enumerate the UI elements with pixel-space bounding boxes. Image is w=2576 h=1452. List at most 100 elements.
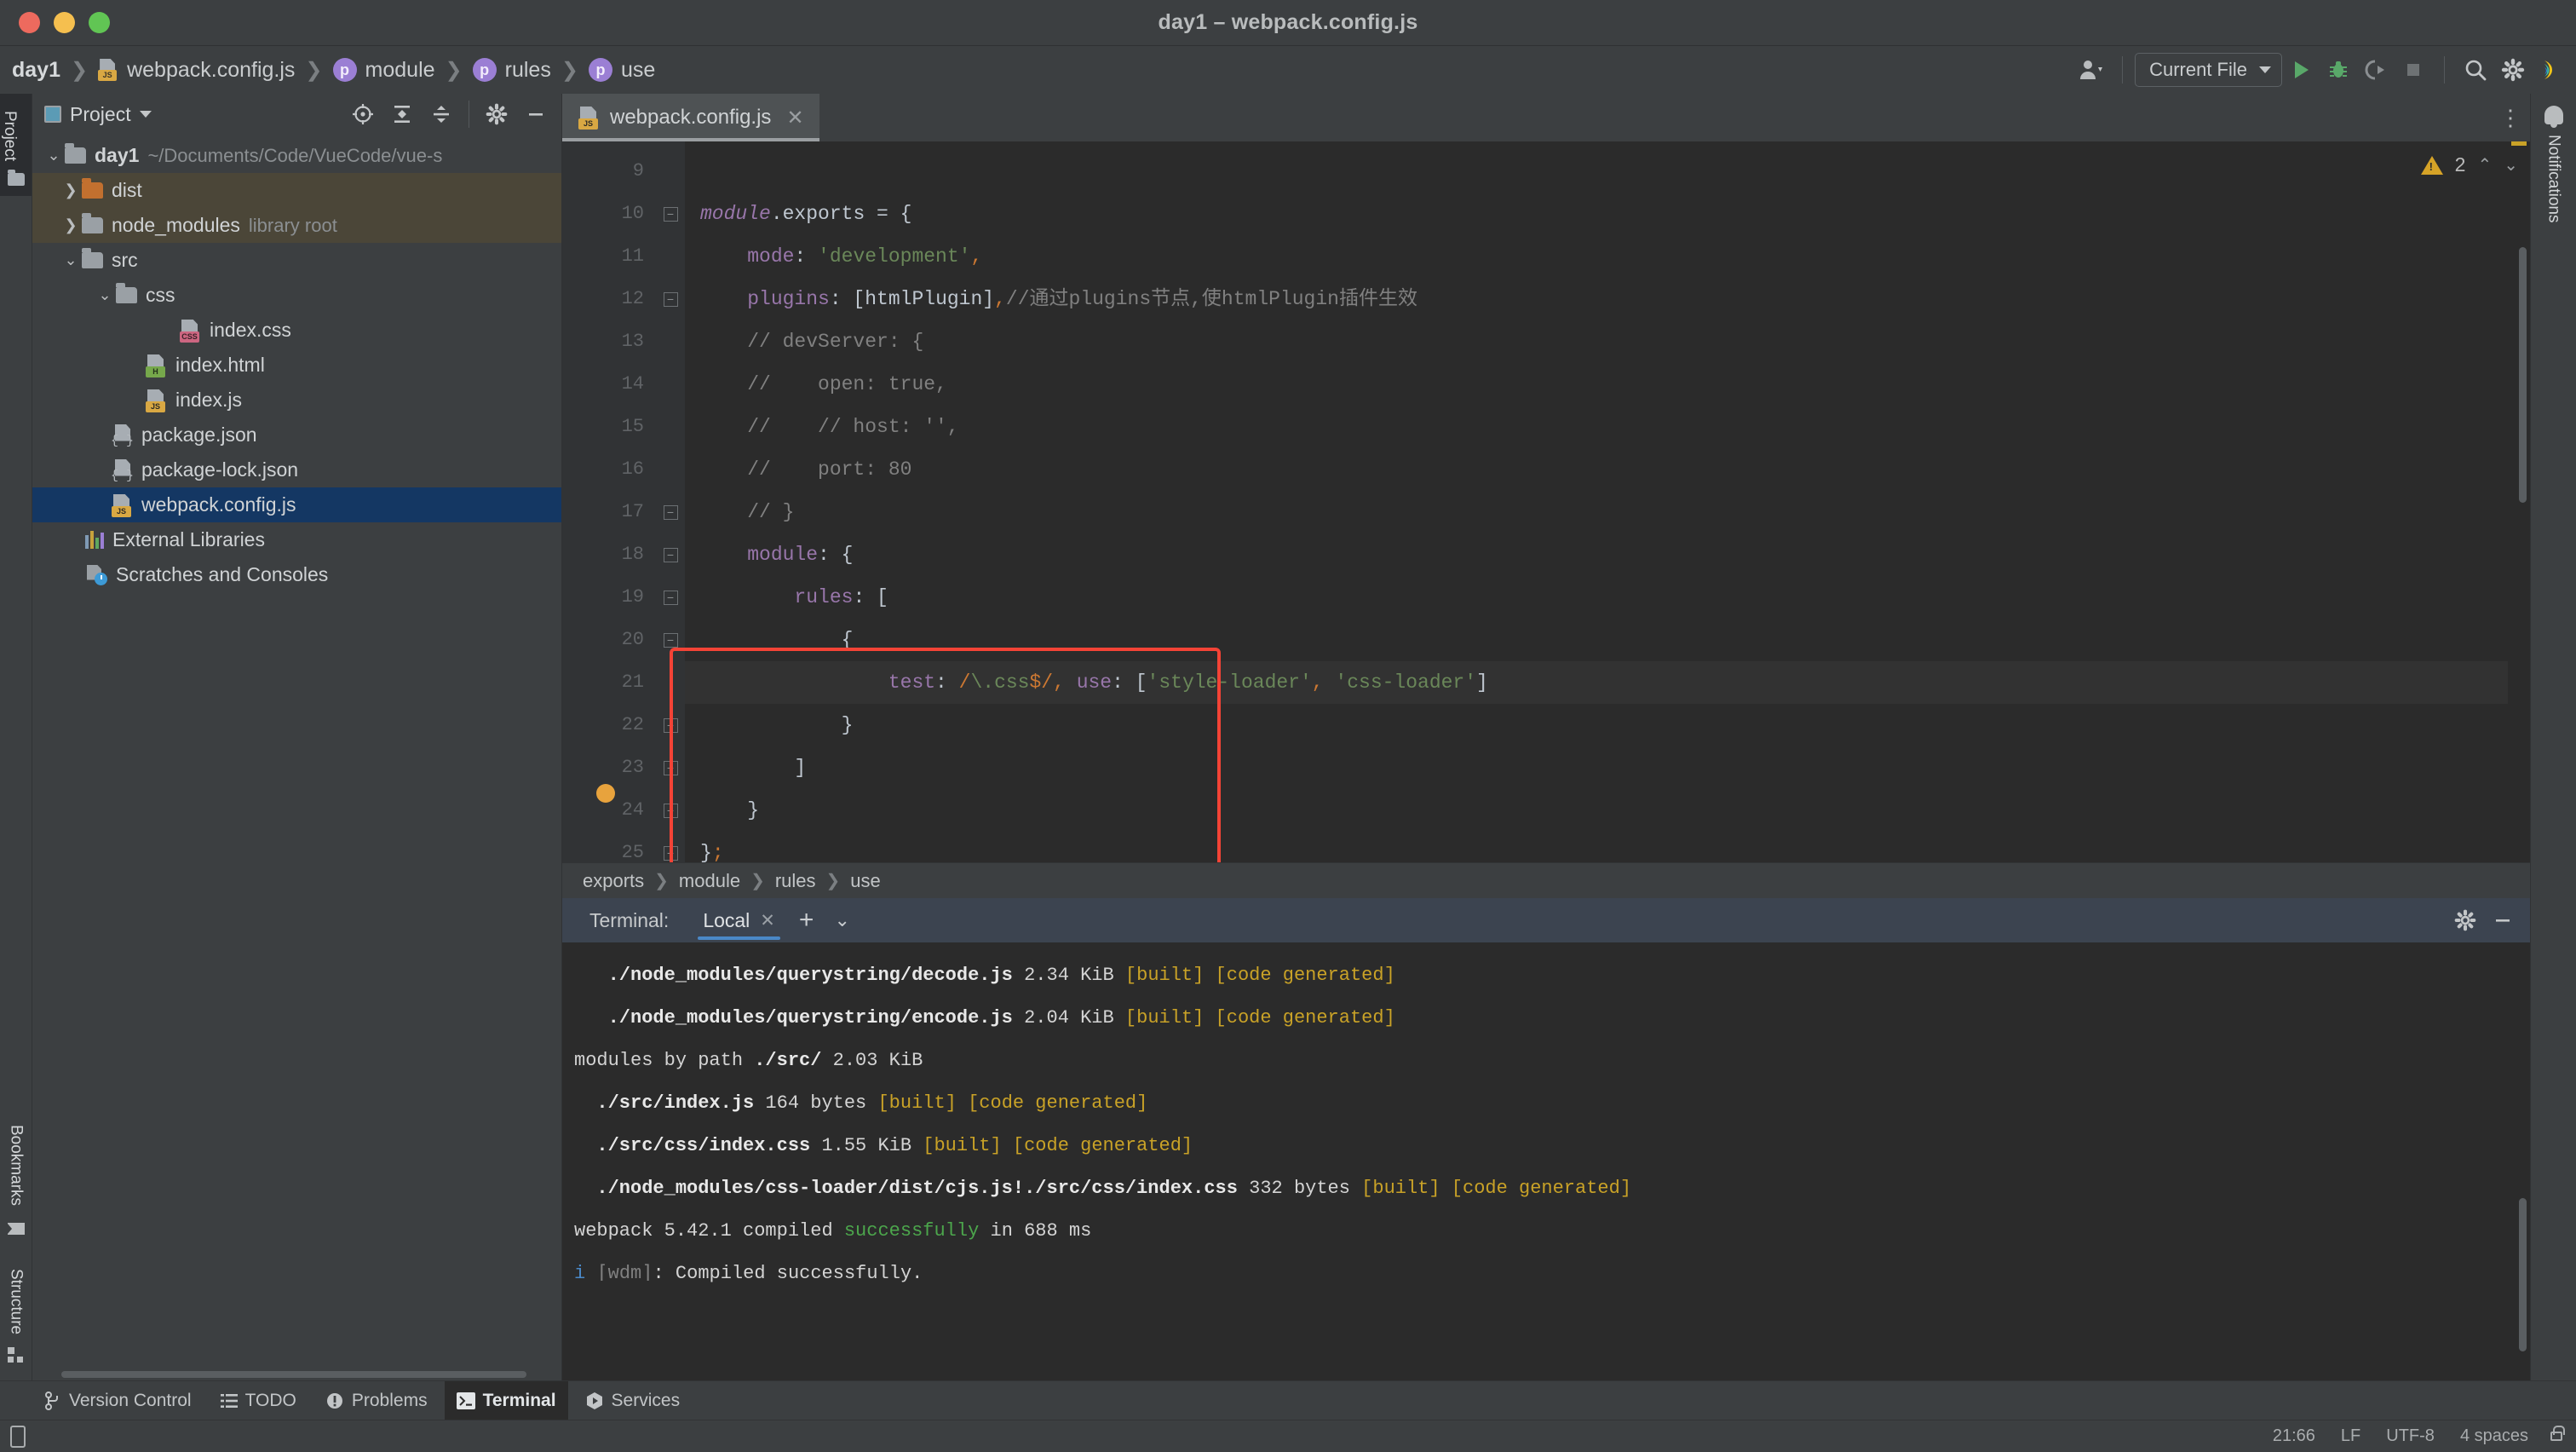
settings-icon[interactable] bbox=[2494, 51, 2532, 89]
project-panel-hscrollbar[interactable] bbox=[32, 1368, 561, 1380]
tree-row-webpack-config-js[interactable]: JS webpack.config.js bbox=[32, 487, 561, 522]
run-with-coverage-icon[interactable] bbox=[2357, 51, 2395, 89]
editor-options-icon[interactable]: ⋮ bbox=[2491, 94, 2530, 141]
editor-breadcrumb-exports[interactable]: exports bbox=[583, 870, 644, 892]
list-icon bbox=[221, 1392, 238, 1409]
divider bbox=[2122, 56, 2123, 84]
tree-row-external-libraries[interactable]: External Libraries bbox=[32, 522, 561, 557]
editor-breadcrumb-use[interactable]: use bbox=[850, 870, 880, 892]
project-icon bbox=[44, 106, 61, 123]
intention-bulb-icon[interactable] bbox=[596, 784, 615, 803]
tree-row-index-html[interactable]: H index.html bbox=[32, 348, 561, 383]
collapse-all-icon[interactable] bbox=[423, 95, 460, 133]
chevron-down-icon[interactable]: ⌄ bbox=[94, 286, 116, 304]
tree-row-index-css[interactable]: CSS index.css bbox=[32, 313, 561, 348]
fold-marker-icon[interactable]: − bbox=[664, 548, 678, 562]
tree-row-dist[interactable]: ❯ dist bbox=[32, 173, 561, 208]
code-line bbox=[685, 150, 2508, 193]
caret-position[interactable]: 21:66 bbox=[2273, 1426, 2315, 1446]
bottom-tab-todo[interactable]: TODO bbox=[209, 1381, 308, 1420]
line-number: 16 bbox=[562, 448, 656, 491]
stop-icon[interactable] bbox=[2395, 51, 2432, 89]
terminal-title: Terminal: bbox=[589, 909, 669, 932]
project-panel-header: Project bbox=[32, 94, 561, 135]
tree-row-scratches-and-consoles[interactable]: Scratches and Consoles bbox=[32, 557, 561, 592]
indent-setting[interactable]: 4 spaces bbox=[2460, 1426, 2528, 1446]
chevron-right-icon[interactable]: ❯ bbox=[60, 182, 82, 199]
rail-item-notifications[interactable]: Notifications bbox=[2544, 135, 2563, 223]
tree-row-day1[interactable]: ⌄ day1 ~/Documents/Code/VueCode/vue-s bbox=[32, 138, 561, 173]
editor-tab-webpack-config-js[interactable]: JS webpack.config.js ✕ bbox=[562, 94, 819, 141]
scrollbar-thumb[interactable] bbox=[2519, 247, 2527, 503]
breadcrumb-item-module[interactable]: p module bbox=[333, 58, 435, 83]
locate-icon[interactable] bbox=[344, 95, 382, 133]
device-icon[interactable] bbox=[10, 1426, 26, 1448]
status-bar: 21:66 LF UTF-8 4 spaces bbox=[0, 1420, 2576, 1452]
search-icon[interactable] bbox=[2457, 51, 2494, 89]
tree-row-package-json[interactable]: { } package.json bbox=[32, 418, 561, 452]
user-avatar-icon[interactable] bbox=[2073, 51, 2110, 89]
chevron-down-icon[interactable] bbox=[140, 111, 152, 118]
terminal-list-chevron-icon[interactable]: ⌄ bbox=[825, 909, 858, 931]
tree-row-index-js[interactable]: JS index.js bbox=[32, 383, 561, 418]
hide-panel-icon[interactable] bbox=[2484, 902, 2521, 939]
tree-row-package-lock-json[interactable]: { } package-lock.json bbox=[32, 452, 561, 487]
close-icon[interactable]: ✕ bbox=[760, 910, 775, 931]
fold-marker-icon[interactable]: − bbox=[664, 591, 678, 605]
rail-item-bookmarks[interactable]: Bookmarks bbox=[7, 1118, 26, 1213]
settings-icon[interactable] bbox=[478, 95, 515, 133]
line-number: 22 bbox=[562, 704, 656, 746]
chevron-right-icon[interactable]: ❯ bbox=[60, 216, 82, 234]
code-text-area[interactable]: module.exports = { mode: 'development', … bbox=[685, 141, 2508, 862]
fold-marker-icon[interactable]: − bbox=[664, 292, 678, 307]
fold-marker-icon[interactable]: − bbox=[664, 633, 678, 648]
rail-item-structure[interactable]: Structure bbox=[7, 1262, 26, 1341]
terminal-line: i ⌈wdm⌉: Compiled successfully. bbox=[562, 1253, 2530, 1295]
breadcrumb-item-rules[interactable]: p rules bbox=[473, 58, 551, 83]
unlocked-icon[interactable] bbox=[2550, 1432, 2562, 1441]
fold-marker-icon[interactable]: − bbox=[664, 505, 678, 520]
tree-row-node-modules[interactable]: ❯ node_modules library root bbox=[32, 208, 561, 243]
debug-icon[interactable] bbox=[2320, 51, 2357, 89]
rail-item-project[interactable]: Project bbox=[0, 104, 19, 168]
expand-all-icon[interactable] bbox=[383, 95, 421, 133]
fold-marker-icon[interactable]: − bbox=[664, 718, 678, 733]
fold-marker-icon[interactable]: − bbox=[664, 846, 678, 861]
fold-marker-icon[interactable]: − bbox=[664, 804, 678, 818]
bottom-tab-problems[interactable]: Problems bbox=[313, 1381, 440, 1420]
editor-scrollbar[interactable] bbox=[2508, 141, 2530, 862]
chevron-down-icon[interactable]: ⌄ bbox=[43, 147, 65, 164]
ide-updates-icon[interactable] bbox=[2532, 51, 2569, 89]
breadcrumb-item-project[interactable]: day1 bbox=[12, 58, 60, 83]
bottom-tab-services[interactable]: Services bbox=[573, 1381, 693, 1420]
tree-row-src[interactable]: ⌄ src bbox=[32, 243, 561, 278]
hide-panel-icon[interactable] bbox=[517, 95, 555, 133]
run-configuration-selector[interactable]: Current File bbox=[2135, 53, 2282, 87]
bottom-tab-label: Problems bbox=[352, 1391, 428, 1411]
fold-marker-icon[interactable]: − bbox=[664, 761, 678, 775]
fold-marker-icon[interactable]: − bbox=[664, 207, 678, 222]
close-icon[interactable]: ✕ bbox=[786, 106, 803, 130]
chevron-down-icon[interactable]: ⌄ bbox=[60, 251, 82, 269]
run-configuration-label: Current File bbox=[2149, 59, 2247, 81]
terminal-output[interactable]: ./node_modules/querystring/decode.js 2.3… bbox=[562, 942, 2530, 1380]
new-terminal-button[interactable]: + bbox=[787, 906, 826, 935]
file-encoding[interactable]: UTF-8 bbox=[2386, 1426, 2435, 1446]
previous-problem-icon[interactable]: ⌃ bbox=[2477, 154, 2492, 176]
warning-icon bbox=[2421, 156, 2443, 175]
terminal-scrollbar-thumb[interactable] bbox=[2519, 1198, 2527, 1351]
terminal-tab-local[interactable]: Local ✕ bbox=[691, 898, 787, 942]
breadcrumb-item-use[interactable]: p use bbox=[589, 58, 655, 83]
next-problem-icon[interactable]: ⌄ bbox=[2504, 154, 2518, 176]
tree-row-css[interactable]: ⌄ css bbox=[32, 278, 561, 313]
bottom-tab-terminal[interactable]: Terminal bbox=[445, 1381, 568, 1420]
editor-breadcrumb-module[interactable]: module bbox=[679, 870, 740, 892]
settings-icon[interactable] bbox=[2447, 902, 2484, 939]
editor-breadcrumb-rules[interactable]: rules bbox=[775, 870, 816, 892]
tree-label: index.js bbox=[175, 389, 242, 412]
breadcrumb-item-file[interactable]: JS webpack.config.js bbox=[98, 58, 295, 83]
project-panel-title: Project bbox=[70, 103, 131, 126]
bottom-tab-version-control[interactable]: Version Control bbox=[32, 1381, 204, 1420]
run-icon[interactable] bbox=[2282, 51, 2320, 89]
line-separator[interactable]: LF bbox=[2341, 1426, 2360, 1446]
